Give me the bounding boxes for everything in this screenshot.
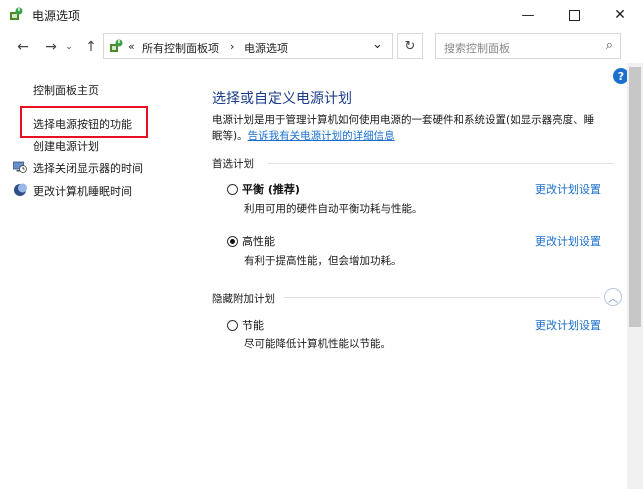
- description-line-1: 电源计划是用于管理计算机如何使用电源的一套硬件和系统设置(如显示器亮度、睡: [212, 114, 595, 126]
- radio-high-performance[interactable]: [227, 236, 238, 247]
- help-icon: ?: [617, 69, 625, 83]
- moon-sleep-icon: [14, 183, 27, 196]
- refresh-button[interactable]: ↻: [397, 33, 423, 59]
- recent-locations-button[interactable]: ⌄: [62, 36, 76, 58]
- radio-selected-dot: [230, 239, 235, 244]
- page-description: 电源计划是用于管理计算机如何使用电源的一套硬件和系统设置(如显示器亮度、睡 眠等…: [212, 112, 612, 144]
- sidebar-item-create-plan[interactable]: 创建电源计划: [33, 138, 99, 154]
- arrow-left-icon: ←: [17, 39, 29, 55]
- plan-name-high-performance[interactable]: 高性能: [242, 233, 275, 249]
- refresh-icon: ↻: [404, 38, 416, 54]
- power-options-icon: [10, 7, 23, 20]
- address-overflow[interactable]: «: [128, 40, 135, 53]
- change-plan-settings-power-saver[interactable]: 更改计划设置: [535, 317, 601, 333]
- preferred-plans-header: 首选计划: [212, 158, 254, 170]
- breadcrumb-power-options[interactable]: 电源选项: [244, 40, 288, 56]
- window-title: 电源选项: [32, 9, 81, 23]
- title-bar: 电源选项 — ✕: [0, 0, 643, 30]
- learn-more-link[interactable]: 告诉我有关电源计划的详细信息: [248, 130, 395, 142]
- arrow-up-icon: ↑: [85, 39, 97, 55]
- breadcrumb-separator[interactable]: ›: [230, 40, 234, 53]
- search-icon[interactable]: ⌕: [606, 38, 613, 53]
- section-divider: [268, 163, 614, 164]
- address-dropdown-icon[interactable]: ⌄: [372, 37, 383, 52]
- scrollbar-thumb[interactable]: [629, 67, 641, 327]
- breadcrumb-all-items[interactable]: 所有控制面板项: [142, 40, 219, 56]
- maximize-button[interactable]: [551, 0, 597, 30]
- close-button[interactable]: ✕: [597, 0, 643, 30]
- sidebar-item-display-off[interactable]: 选择关闭显示器的时间: [33, 160, 143, 176]
- plan-name-balanced[interactable]: 平衡 (推荐): [242, 181, 300, 197]
- search-box[interactable]: 搜索控制面板 ⌕: [435, 33, 621, 59]
- sidebar-item-power-button[interactable]: 选择电源按钮的功能: [33, 116, 132, 132]
- arrow-right-icon: →: [45, 39, 57, 55]
- control-panel-icon: [110, 39, 123, 52]
- up-button[interactable]: ↑: [80, 36, 102, 58]
- minimize-icon: —: [521, 7, 535, 23]
- radio-power-saver[interactable]: [227, 320, 238, 331]
- search-placeholder: 搜索控制面板: [444, 42, 510, 55]
- minimize-button[interactable]: —: [505, 0, 551, 30]
- plan-name-power-saver[interactable]: 节能: [242, 317, 264, 333]
- close-icon: ✕: [614, 7, 626, 23]
- change-plan-settings-balanced[interactable]: 更改计划设置: [535, 181, 601, 197]
- back-button[interactable]: ←: [12, 36, 34, 58]
- chevron-down-icon: ⌄: [65, 42, 73, 52]
- description-line-2: 眠等)。告诉我有关电源计划的详细信息: [212, 128, 612, 144]
- change-plan-settings-high-performance[interactable]: 更改计划设置: [535, 233, 601, 249]
- sidebar-item-sleep-time[interactable]: 更改计算机睡眠时间: [33, 183, 132, 199]
- forward-button[interactable]: →: [40, 36, 62, 58]
- page-title: 选择或自定义电源计划: [212, 91, 352, 107]
- chevron-up-icon: ︿: [608, 293, 618, 305]
- section-divider: [284, 297, 600, 298]
- plan-desc-balanced: 利用可用的硬件自动平衡功耗与性能。: [244, 203, 423, 215]
- radio-balanced[interactable]: [227, 184, 238, 195]
- maximize-icon: [568, 9, 580, 21]
- description-suffix: 眠等)。: [212, 130, 248, 142]
- hidden-plans-header: 隐藏附加计划: [212, 293, 275, 305]
- vertical-scrollbar[interactable]: [627, 63, 643, 489]
- sidebar-control-panel-home[interactable]: 控制面板主页: [33, 82, 99, 98]
- plan-desc-high-performance: 有利于提高性能，但会增加功耗。: [244, 255, 402, 267]
- collapse-hidden-plans-button[interactable]: ︿: [604, 288, 622, 306]
- plan-desc-power-saver: 尽可能降低计算机性能以节能。: [244, 338, 391, 350]
- address-bar[interactable]: « 所有控制面板项 › 电源选项 ⌄: [103, 33, 393, 59]
- monitor-clock-icon: [13, 161, 27, 173]
